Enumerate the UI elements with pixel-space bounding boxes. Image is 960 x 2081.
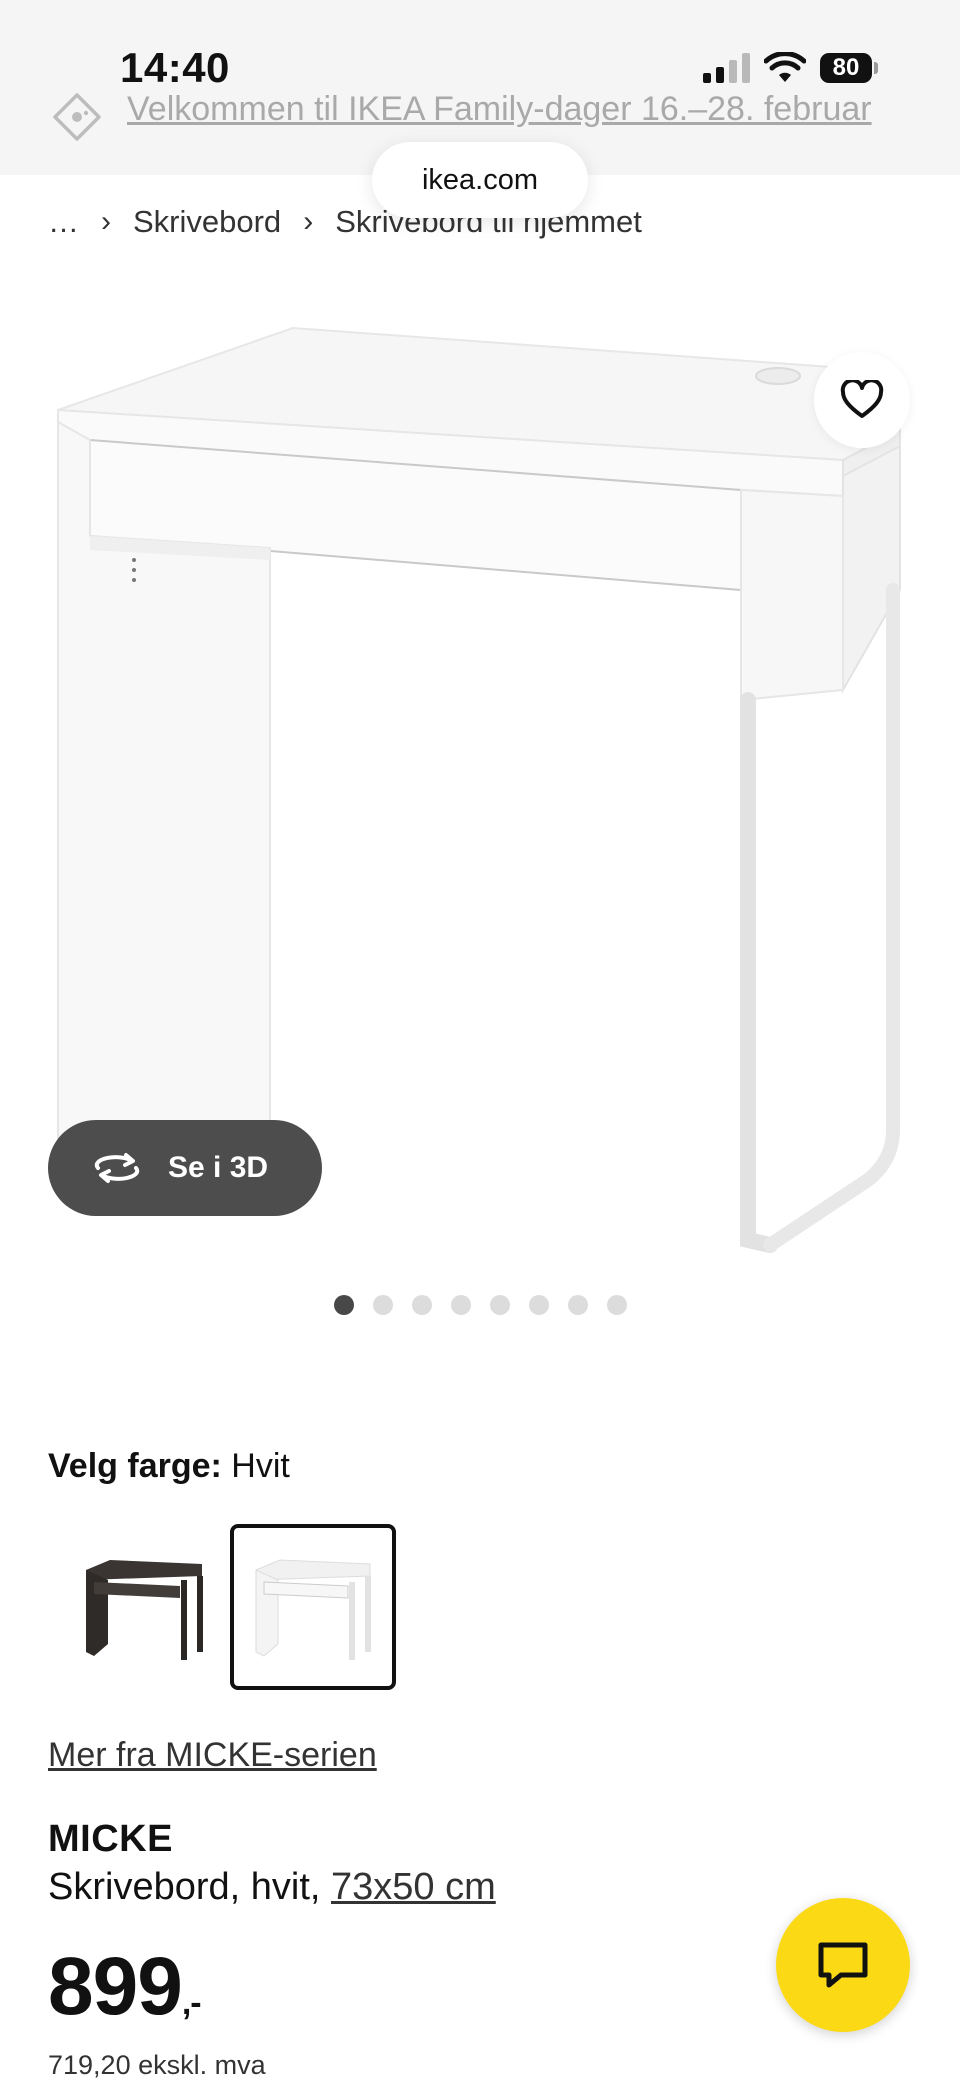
gallery-dot[interactable]	[412, 1295, 432, 1315]
cellular-signal-icon	[703, 53, 750, 83]
gallery-dot[interactable]	[451, 1295, 471, 1315]
view-3d-label: Se i 3D	[168, 1151, 269, 1184]
swatch-image	[255, 1559, 371, 1660]
color-label-value: Hvit	[231, 1447, 290, 1485]
rotate-3d-icon	[94, 1153, 140, 1183]
product-size-link[interactable]: 73x50 cm	[331, 1866, 496, 1908]
color-label: Velg farge: Hvit	[48, 1447, 290, 1486]
chat-icon	[818, 1942, 868, 1988]
product-description-text: Skrivebord, hvit,	[48, 1866, 321, 1908]
family-tag-icon	[53, 93, 101, 141]
status-icons: 80	[703, 52, 878, 84]
breadcrumb-ellipsis[interactable]: …	[48, 204, 79, 240]
status-time: 14:40	[120, 44, 230, 91]
product-price: 899,-	[48, 1940, 202, 2034]
product-description: Skrivebord, hvit, 73x50 cm	[48, 1866, 496, 1909]
promo-link[interactable]: Velkommen til IKEA Family-dager 16.–28. …	[127, 90, 872, 129]
gallery-dot[interactable]	[529, 1295, 549, 1315]
view-3d-button[interactable]: Se i 3D	[48, 1120, 322, 1216]
gallery-dot[interactable]	[373, 1295, 393, 1315]
swatch-image	[86, 1560, 203, 1660]
chevron-right-icon: ›	[303, 205, 314, 238]
browser-url-pill[interactable]: ikea.com	[372, 142, 588, 218]
product-image[interactable]	[48, 300, 918, 1260]
chevron-right-icon: ›	[101, 205, 111, 238]
wifi-icon	[764, 52, 806, 82]
product-name: MICKE	[48, 1818, 173, 1860]
breadcrumb-item-skrivebord[interactable]: Skrivebord	[133, 204, 281, 240]
chat-button[interactable]	[776, 1898, 910, 2032]
price-value: 899	[48, 1941, 183, 2032]
color-label-title: Velg farge:	[48, 1447, 222, 1485]
gallery-dot[interactable]	[607, 1295, 627, 1315]
gallery-dot[interactable]	[334, 1295, 354, 1315]
battery-level: 80	[820, 53, 872, 83]
battery-icon: 80	[820, 53, 878, 83]
price-excl-vat: 719,20 ekskl. mva	[48, 2050, 266, 2080]
heart-icon	[840, 380, 884, 418]
gallery-dot[interactable]	[490, 1295, 510, 1315]
gallery-pagination[interactable]	[334, 1295, 627, 1315]
favorite-button[interactable]	[814, 352, 910, 448]
color-swatch-white[interactable]	[230, 1524, 396, 1690]
series-link[interactable]: Mer fra MICKE-serien	[48, 1736, 377, 1775]
price-suffix: ,-	[181, 1984, 202, 2022]
gallery-dot[interactable]	[568, 1295, 588, 1315]
color-swatch-black-brown[interactable]	[62, 1524, 228, 1690]
